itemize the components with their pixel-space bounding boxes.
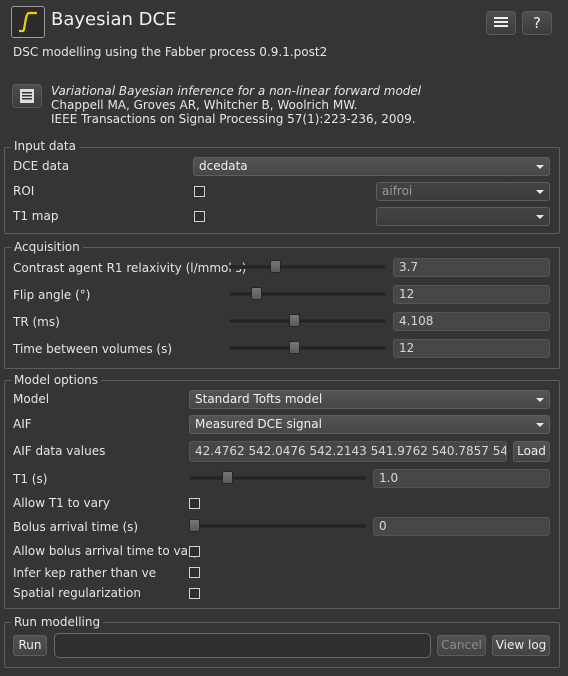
model-select[interactable]: Standard Tofts model xyxy=(189,390,550,409)
spatial-regularization-label: Spatial regularization xyxy=(13,586,141,600)
time-between-volumes-slider[interactable] xyxy=(229,346,386,350)
flip-angle-slider-handle[interactable] xyxy=(250,287,262,300)
r1-relaxivity-label: Contrast agent R1 relaxivity (l/mmol s) xyxy=(13,261,247,275)
t1-slider[interactable] xyxy=(189,476,366,480)
aif-select[interactable]: Measured DCE signal xyxy=(189,415,550,434)
flip-angle-field[interactable]: 12 xyxy=(393,285,550,304)
infer-kep-label: Infer kep rather than ve xyxy=(13,566,157,580)
aif-data-values-field[interactable]: 42.4762 542.0476 542.2143 541.9762 540.7… xyxy=(189,441,507,462)
model-select-value: Standard Tofts model xyxy=(195,392,323,406)
bolus-arrival-time-slider-handle[interactable] xyxy=(189,519,200,532)
citation-document-icon xyxy=(12,84,42,108)
r1-relaxivity-slider[interactable] xyxy=(229,265,386,269)
run-button[interactable]: Run xyxy=(13,635,47,656)
flip-angle-label: Flip angle (°) xyxy=(13,288,91,302)
roi-select-value: aifroi xyxy=(382,184,413,198)
allow-bolus-vary-label: Allow bolus arrival time to vary xyxy=(13,544,201,558)
t1-slider-handle[interactable] xyxy=(222,471,234,484)
chevron-down-icon xyxy=(536,398,544,402)
help-button[interactable]: ? xyxy=(522,11,552,35)
t1-map-label: T1 map xyxy=(13,209,59,223)
t1-map-select[interactable] xyxy=(376,207,550,226)
allow-bolus-vary-checkbox[interactable] xyxy=(189,546,200,557)
list-icon xyxy=(494,14,508,32)
chevron-down-icon xyxy=(536,423,544,427)
run-modelling-group-title: Run modelling xyxy=(11,616,104,629)
t1-label: T1 (s) xyxy=(13,472,48,486)
allow-t1-vary-checkbox[interactable] xyxy=(189,498,200,509)
cancel-button[interactable]: Cancel xyxy=(437,635,486,656)
dce-data-select-value: dcedata xyxy=(199,159,248,173)
bolus-arrival-time-label: Bolus arrival time (s) xyxy=(13,520,139,534)
spatial-regularization-checkbox[interactable] xyxy=(189,588,200,599)
input-data-group-title: Input data xyxy=(11,140,79,153)
app-title: Bayesian DCE xyxy=(51,9,177,30)
time-between-volumes-field[interactable]: 12 xyxy=(393,339,550,358)
help-docs-button[interactable] xyxy=(486,11,516,35)
aif-data-values-label: AIF data values xyxy=(13,444,106,458)
acquisition-group-title: Acquisition xyxy=(11,241,83,254)
r1-relaxivity-field[interactable]: 3.7 xyxy=(393,258,550,277)
t1-field[interactable]: 1.0 xyxy=(373,469,550,488)
model-options-group-title: Model options xyxy=(11,374,102,387)
infer-kep-checkbox[interactable] xyxy=(189,567,200,578)
fabber-logo-icon xyxy=(11,6,45,38)
chevron-down-icon xyxy=(536,215,544,219)
aif-select-value: Measured DCE signal xyxy=(195,417,322,431)
citation-journal: IEEE Transactions on Signal Processing 5… xyxy=(51,112,416,126)
bolus-arrival-time-field[interactable]: 0 xyxy=(373,517,550,536)
r1-relaxivity-slider-handle[interactable] xyxy=(269,260,281,273)
model-label: Model xyxy=(13,392,50,406)
tr-field[interactable]: 4.108 xyxy=(393,312,550,331)
time-between-volumes-label: Time between volumes (s) xyxy=(13,342,173,356)
citation-title: Variational Bayesian inference for a non… xyxy=(51,84,422,98)
question-icon: ? xyxy=(533,14,541,32)
bolus-arrival-time-slider[interactable] xyxy=(189,524,366,528)
view-log-button[interactable]: View log xyxy=(492,635,550,656)
aif-label: AIF xyxy=(13,417,32,431)
progress-bar xyxy=(54,633,431,658)
chevron-down-icon xyxy=(536,190,544,194)
load-aif-button[interactable]: Load xyxy=(513,441,550,462)
subtitle: DSC modelling using the Fabber process 0… xyxy=(13,45,328,59)
chevron-down-icon xyxy=(536,165,544,169)
time-between-volumes-slider-handle[interactable] xyxy=(288,341,300,354)
roi-checkbox[interactable] xyxy=(194,186,205,197)
tr-slider-handle[interactable] xyxy=(288,314,300,327)
tr-slider[interactable] xyxy=(229,319,386,323)
roi-select[interactable]: aifroi xyxy=(376,182,550,201)
allow-t1-vary-label: Allow T1 to vary xyxy=(13,496,110,510)
t1-map-checkbox[interactable] xyxy=(194,211,205,222)
citation-authors: Chappell MA, Groves AR, Whitcher B, Wool… xyxy=(51,98,358,112)
dce-data-label: DCE data xyxy=(13,159,70,173)
roi-label: ROI xyxy=(13,184,35,198)
dce-data-select[interactable]: dcedata xyxy=(193,157,550,176)
tr-label: TR (ms) xyxy=(13,315,60,329)
